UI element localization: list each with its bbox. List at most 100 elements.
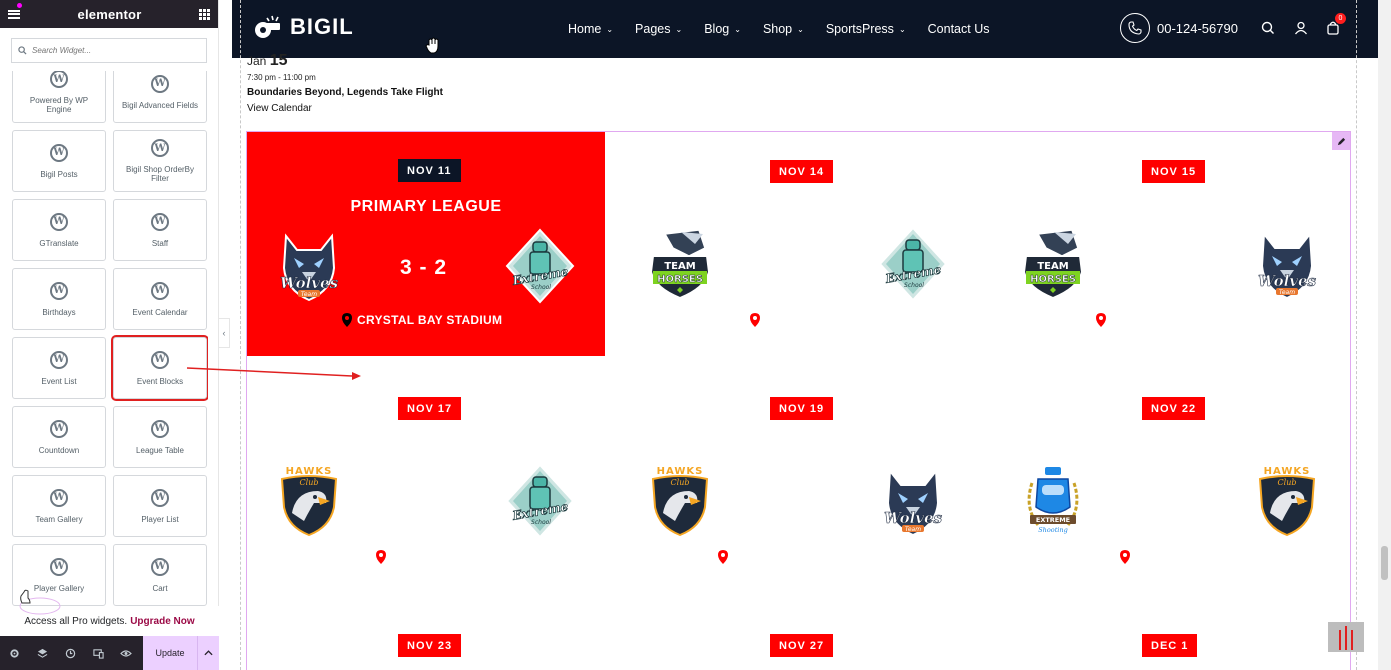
phone-button[interactable] [1120,13,1150,43]
svg-text:Club: Club [300,478,319,487]
pencil-icon [1337,137,1345,145]
team-horses-logo[interactable]: TEAM HORSES [645,226,715,302]
event-list-item: Jan 15 7:30 pm - 11:00 pm Boundaries Bey… [247,52,443,114]
search-input[interactable] [32,46,192,55]
widgets-grid-icon[interactable] [199,8,210,20]
svg-text:School: School [904,282,924,289]
widget-label: Cart [152,583,168,593]
wolves-team-logo[interactable]: Wolves Team [274,228,344,304]
location-pin-icon[interactable] [1120,550,1130,564]
guide-line [240,0,241,670]
wordpress-icon: W [151,74,169,93]
event-time: 7:30 pm - 11:00 pm [247,73,316,82]
nav-label: Shop [762,22,793,36]
svg-text:HORSES: HORSES [1030,274,1076,285]
widget-birthdays[interactable]: W Birthdays [12,268,106,330]
location-pin-icon[interactable] [376,550,386,564]
responsive-icon[interactable] [84,636,112,670]
widget-event-blocks[interactable]: W Event Blocks [111,335,208,401]
wordpress-icon: W [151,557,169,576]
featured-event-block[interactable]: NOV 11 PRIMARY LEAGUE Wolves Team 3 - 2 … [247,132,605,356]
wolves-team-logo[interactable]: Wolves Team [878,463,948,539]
widget-label: Event List [41,376,77,386]
user-icon[interactable] [1293,20,1309,36]
team-horses-logo[interactable]: TEAM HORSES [1018,226,1088,302]
hawks-club-logo[interactable]: HAWKS Club [274,463,344,539]
svg-text:Wolves: Wolves [280,274,339,292]
page-scrollbar[interactable] [1378,0,1391,670]
hawks-club-logo[interactable]: HAWKS Club [1252,463,1322,539]
menu-icon[interactable] [8,9,20,19]
featured-league-title: PRIMARY LEAGUE [350,198,502,215]
wolves-team-logo[interactable]: Wolves Team [1252,226,1322,302]
event-month: Jan [247,54,267,68]
update-options-button[interactable] [197,636,219,670]
widget-league-table[interactable]: W League Table [113,406,207,468]
event-title[interactable]: Boundaries Beyond, Legends Take Flight [247,87,443,98]
nav-blog[interactable]: Blog ⌄ [704,22,741,36]
widget-powered-by-wp-engine[interactable]: W Powered By WP Engine [12,71,106,123]
cart-count-badge: 0 [1335,13,1346,24]
site-logo[interactable]: BIGIL [254,14,354,40]
update-button[interactable]: Update [143,636,197,670]
widget-bigil-shop-orderby-filter[interactable]: W Bigil Shop OrderBy Filter [113,130,207,192]
extreme-school-logo[interactable]: Extreme School [505,228,575,304]
hawks-club-logo[interactable]: HAWKS Club [645,463,715,539]
widget-staff[interactable]: W Staff [113,199,207,261]
svg-text:School: School [531,284,551,291]
nav-label: Pages [635,22,671,36]
svg-text:EXTREME: EXTREME [1036,516,1070,524]
nav-home[interactable]: Home ⌄ [568,22,613,36]
phone-number[interactable]: 00-124-56790 [1157,21,1238,36]
widget-cart[interactable]: W Cart [113,544,207,606]
layers-icon[interactable] [28,636,56,670]
widget-team-gallery[interactable]: W Team Gallery [12,475,106,537]
widget-event-list[interactable]: W Event List [12,337,106,399]
nav-label: Blog [704,22,730,36]
widget-label: Player Gallery [33,583,85,593]
preview-eye-icon[interactable] [112,636,140,670]
widget-bigil-advanced-fields[interactable]: W Bigil Advanced Fields [113,71,207,123]
nav-shop[interactable]: Shop ⌄ [763,22,804,36]
nav-contact-us[interactable]: Contact Us [928,22,990,36]
widget-bigil-posts[interactable]: W Bigil Posts [12,130,106,192]
location-pin-icon[interactable] [750,313,760,327]
featured-score: 3 - 2 [400,256,448,279]
event-blocks-widget[interactable]: NOV 11 PRIMARY LEAGUE Wolves Team 3 - 2 … [246,131,1351,670]
view-calendar-link[interactable]: View Calendar [247,103,443,114]
chevron-down-icon: ⌄ [675,24,683,34]
upgrade-link[interactable]: Upgrade Now [130,616,194,627]
search-icon[interactable] [1260,20,1276,36]
scrollbar-thumb[interactable] [1381,546,1388,580]
site-header: BIGIL Home ⌄ Pages ⌄ Blog ⌄ Shop ⌄ SportsPress ⌄ C… [232,0,1378,58]
panel-footer: Update [0,636,219,670]
panel-collapse-toggle[interactable]: ‹ [219,318,230,348]
extreme-school-logo[interactable]: Extreme School [505,463,575,539]
phone-contact: 00-124-56790 [1120,13,1238,43]
widget-search[interactable] [11,38,207,63]
extreme-shooting-logo[interactable]: EXTREME Shooting [1018,463,1088,539]
widget-event-calendar[interactable]: W Event Calendar [113,268,207,330]
nav-pages[interactable]: Pages ⌄ [635,22,682,36]
widget-countdown[interactable]: W Countdown [12,406,106,468]
panel-header: elementor [0,0,218,28]
extreme-school-logo[interactable]: Extreme School [878,226,948,302]
location-pin-icon[interactable] [1096,313,1106,327]
widget-player-list[interactable]: W Player List [113,475,207,537]
widget-gtranslate[interactable]: W GTranslate [12,199,106,261]
wordpress-icon: W [50,71,68,88]
history-icon[interactable] [56,636,84,670]
edit-widget-button[interactable] [1332,132,1350,150]
widgets-list: W Powered By WP Engine W Bigil Advanced Fie… [12,71,208,606]
chevron-down-icon: ⌄ [797,24,804,34]
nav-sportspress[interactable]: SportsPress ⌄ [826,22,906,36]
widget-label: Birthdays [42,307,76,317]
widget-player-gallery[interactable]: W Player Gallery [12,544,106,606]
search-wrap [0,28,218,67]
location-pin-icon[interactable] [718,550,728,564]
scroll-to-top-button[interactable] [1328,622,1364,652]
svg-text:Wolves: Wolves [1258,272,1317,290]
wordpress-icon: W [151,281,169,300]
site-preview: BIGIL Home ⌄ Pages ⌄ Blog ⌄ Shop ⌄ SportsPress ⌄ C… [232,0,1378,670]
settings-icon[interactable] [0,636,28,670]
